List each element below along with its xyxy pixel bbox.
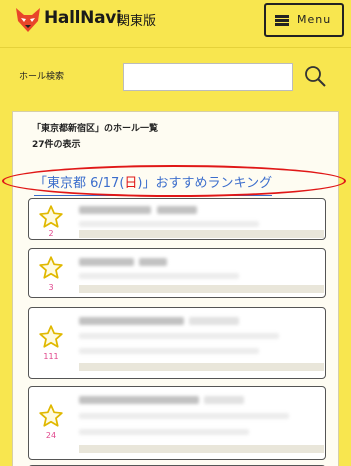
menu-label: Menu (297, 13, 332, 26)
item-separator (79, 285, 324, 293)
hall-name (79, 317, 184, 325)
star-icon (39, 205, 63, 228)
hall-list-item[interactable]: 24 (28, 386, 326, 460)
favorite-count: 111 (43, 352, 59, 361)
header-divider (0, 47, 351, 48)
favorite-star[interactable]: 24 (37, 403, 65, 440)
result-title: 「東京都新宿区」のホール一覧 (32, 124, 159, 134)
ranking-prefix: 「東京都 6/17( (34, 176, 125, 191)
hall-list-item[interactable]: 3 (28, 248, 326, 298)
item-separator (79, 445, 324, 453)
hall-address (79, 333, 279, 339)
ranking-underline (34, 195, 273, 196)
favorite-count: 3 (48, 283, 54, 292)
star-icon (39, 256, 63, 279)
hall-list-item[interactable]: 111 (28, 307, 326, 379)
fox-logo-icon[interactable] (14, 6, 42, 34)
result-count: 27件の表示 (32, 140, 81, 150)
hall-address (79, 413, 289, 419)
header: HallNavi 関東版 Menu (0, 0, 351, 48)
hall-name-tail (204, 396, 244, 404)
star-icon (39, 325, 63, 348)
search-input[interactable] (123, 63, 293, 91)
hamburger-icon (275, 15, 289, 26)
search-label: ホール検索 (19, 72, 65, 82)
hall-detail (79, 429, 249, 435)
hall-name (79, 396, 199, 404)
logo-text[interactable]: HallNavi (44, 8, 122, 28)
hall-list-item[interactable]: 2 (28, 198, 326, 240)
favorite-count: 2 (48, 229, 54, 238)
favorite-star[interactable]: 3 (37, 255, 65, 292)
item-separator (79, 363, 324, 371)
menu-button[interactable]: Menu (264, 3, 344, 37)
hall-address (79, 273, 239, 279)
hall-list-panel: 「東京都新宿区」のホール一覧 27件の表示 「東京都 6/17(日)」おすすめラ… (12, 111, 339, 466)
ranking-weekday: 日 (124, 176, 138, 191)
hall-name-tail (139, 258, 167, 266)
item-separator (79, 230, 324, 238)
search-icon[interactable] (303, 64, 327, 88)
hall-name-tail (157, 206, 197, 214)
hall-address (79, 221, 259, 227)
favorite-count: 24 (45, 431, 57, 440)
region-label: 関東版 (117, 14, 157, 29)
hall-name-tail (189, 317, 239, 325)
ranking-link[interactable]: 「東京都 6/17(日)」おすすめランキング (34, 172, 273, 196)
star-icon (39, 404, 63, 427)
hall-name (79, 206, 151, 214)
favorite-star[interactable]: 111 (37, 324, 65, 361)
ranking-suffix: )」おすすめランキング (137, 176, 273, 191)
hall-detail (79, 348, 259, 354)
hall-name (79, 258, 134, 266)
favorite-star[interactable]: 2 (37, 204, 65, 238)
